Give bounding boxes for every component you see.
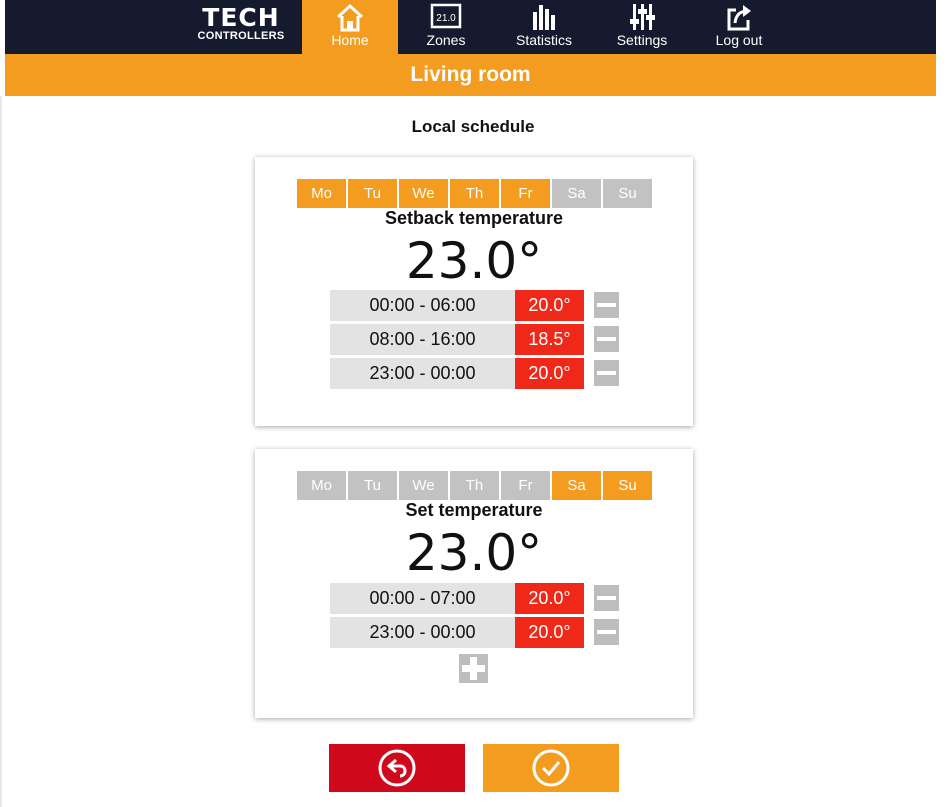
day-toggle-mo[interactable]: Mo (297, 179, 346, 208)
day-toggle-fr[interactable]: Fr (501, 179, 550, 208)
day-toggle-tu[interactable]: Tu (348, 179, 397, 208)
day-selector: Mo Tu We Th Fr Sa Su (297, 471, 654, 500)
statistics-icon (533, 5, 555, 30)
remove-interval-icon[interactable] (594, 326, 619, 352)
confirm-button[interactable] (483, 744, 619, 792)
day-toggle-sa[interactable]: Sa (552, 179, 601, 208)
interval-temperature[interactable]: 20.0° (515, 290, 584, 321)
day-toggle-su[interactable]: Su (603, 471, 652, 500)
nav-zones[interactable]: 21.0 Zones (398, 0, 494, 54)
nav-logout-label: Log out (715, 32, 763, 48)
remove-interval-icon[interactable] (594, 585, 619, 611)
logout-icon (727, 5, 751, 31)
back-button[interactable] (329, 744, 465, 792)
interval-time-range[interactable]: 08:00 - 16:00 (330, 324, 515, 355)
base-temperature[interactable]: 23.0° (255, 523, 693, 583)
schedule-card-weekend: Mo Tu We Th Fr Sa Su Set temperature 23.… (255, 449, 693, 718)
base-temperature[interactable]: 23.0° (255, 231, 693, 291)
schedule-card-weekdays: Mo Tu We Th Fr Sa Su Setback temperature… (255, 157, 693, 426)
undo-arrow-icon (378, 749, 416, 787)
page-left-border (0, 96, 2, 807)
page-title: Living room (5, 54, 936, 96)
nav-home[interactable]: Home (302, 0, 398, 54)
day-toggle-sa[interactable]: Sa (552, 471, 601, 500)
remove-interval-icon[interactable] (594, 360, 619, 386)
nav-settings-label: Settings (616, 32, 668, 48)
interval-temperature[interactable]: 18.5° (515, 324, 584, 355)
nav-logout[interactable]: Log out (691, 0, 787, 54)
day-toggle-su[interactable]: Su (603, 179, 652, 208)
mode-label[interactable]: Set temperature (255, 500, 693, 521)
interval-time-range[interactable]: 23:00 - 00:00 (330, 617, 515, 648)
day-selector: Mo Tu We Th Fr Sa Su (297, 179, 654, 208)
nav-zones-label: Zones (426, 32, 466, 48)
nav-home-label: Home (331, 32, 369, 48)
settings-sliders-icon (630, 4, 655, 30)
top-nav-bar: TECH CONTROLLERS Home 21.0 Zones Statist… (5, 0, 936, 54)
home-icon (336, 3, 364, 32)
check-circle-icon (532, 749, 570, 787)
logo-brand: TECH (202, 3, 280, 32)
logo-subtitle: CONTROLLERS (197, 30, 285, 42)
interval-temperature[interactable]: 20.0° (515, 358, 584, 389)
interval-time-range[interactable]: 00:00 - 07:00 (330, 583, 515, 614)
day-toggle-we[interactable]: We (399, 471, 448, 500)
nav-statistics-label: Statistics (515, 32, 572, 48)
tech-controllers-logo[interactable]: TECH CONTROLLERS (193, 3, 289, 44)
day-toggle-th[interactable]: Th (450, 179, 499, 208)
day-toggle-tu[interactable]: Tu (348, 471, 397, 500)
interval-time-range[interactable]: 23:00 - 00:00 (330, 358, 515, 389)
day-toggle-mo[interactable]: Mo (297, 471, 346, 500)
remove-interval-icon[interactable] (594, 619, 619, 645)
nav-statistics[interactable]: Statistics (496, 0, 592, 54)
day-toggle-fr[interactable]: Fr (501, 471, 550, 500)
remove-interval-icon[interactable] (594, 292, 619, 318)
mode-label[interactable]: Setback temperature (255, 208, 693, 229)
schedule-subtitle: Local schedule (411, 117, 535, 136)
interval-temperature[interactable]: 20.0° (515, 583, 584, 614)
add-interval-icon[interactable] (459, 654, 488, 683)
zones-icon-text: 21.0 (436, 13, 456, 24)
interval-temperature[interactable]: 20.0° (515, 617, 584, 648)
nav-settings[interactable]: Settings (594, 0, 690, 54)
zones-thermostat-icon: 21.0 (430, 3, 462, 29)
day-toggle-we[interactable]: We (399, 179, 448, 208)
interval-time-range[interactable]: 00:00 - 06:00 (330, 290, 515, 321)
day-toggle-th[interactable]: Th (450, 471, 499, 500)
